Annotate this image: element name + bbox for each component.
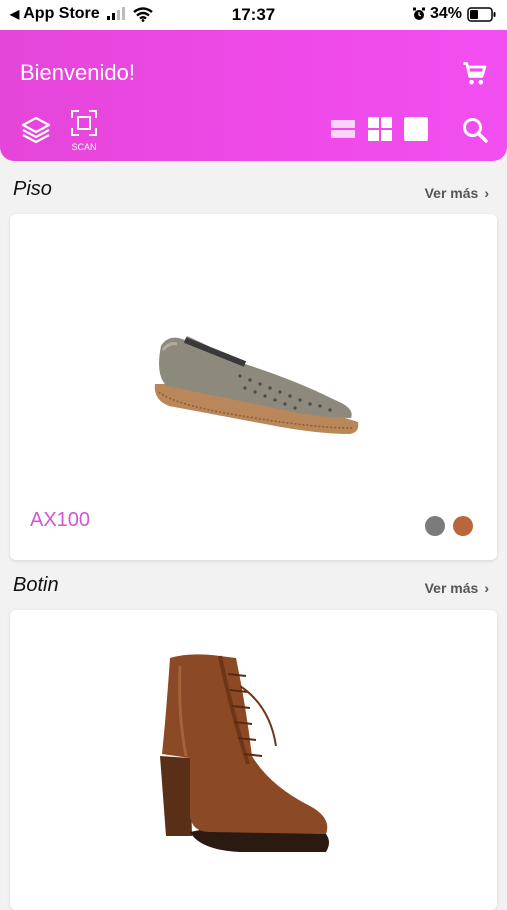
product-image-boot	[160, 654, 329, 852]
app-header: Bienvenido! SCAN	[0, 30, 507, 161]
product-card[interactable]	[10, 610, 497, 910]
ver-mas-label: Ver más	[424, 185, 479, 201]
battery-icon	[467, 6, 496, 22]
product-card[interactable]: AX100	[10, 214, 497, 560]
page-title: Bienvenido!	[20, 60, 135, 85]
product-image-shoe	[154, 336, 359, 434]
color-swatch-brown[interactable]	[453, 516, 473, 536]
grid-view-icon[interactable]	[368, 117, 392, 141]
alarm-icon	[412, 7, 425, 20]
status-right: 34%	[412, 5, 497, 23]
list-view-icon[interactable]	[331, 117, 355, 141]
scan-button[interactable]: SCAN	[68, 110, 100, 152]
scan-icon	[71, 110, 97, 136]
battery-percent: 34%	[429, 5, 462, 22]
status-bar: ◀ App Store 17:37 34%	[0, 0, 507, 30]
chevron-right-icon: ›	[484, 580, 489, 596]
scan-label: SCAN	[71, 142, 97, 152]
ver-mas-piso-link[interactable]: Ver más ›	[425, 185, 489, 201]
color-swatches	[425, 516, 473, 536]
layers-icon[interactable]	[20, 114, 52, 146]
cart-icon[interactable]	[461, 60, 489, 88]
color-swatch-gray[interactable]	[425, 516, 445, 536]
chevron-right-icon: ›	[484, 185, 489, 201]
section-title-piso: Piso	[13, 178, 52, 200]
product-code: AX100	[30, 509, 91, 531]
search-icon[interactable]	[461, 116, 489, 144]
ver-mas-botin-link[interactable]: Ver más ›	[425, 580, 489, 596]
ver-mas-label: Ver más	[424, 580, 479, 596]
section-title-botin: Botin	[13, 574, 59, 596]
single-view-icon[interactable]	[404, 117, 428, 141]
